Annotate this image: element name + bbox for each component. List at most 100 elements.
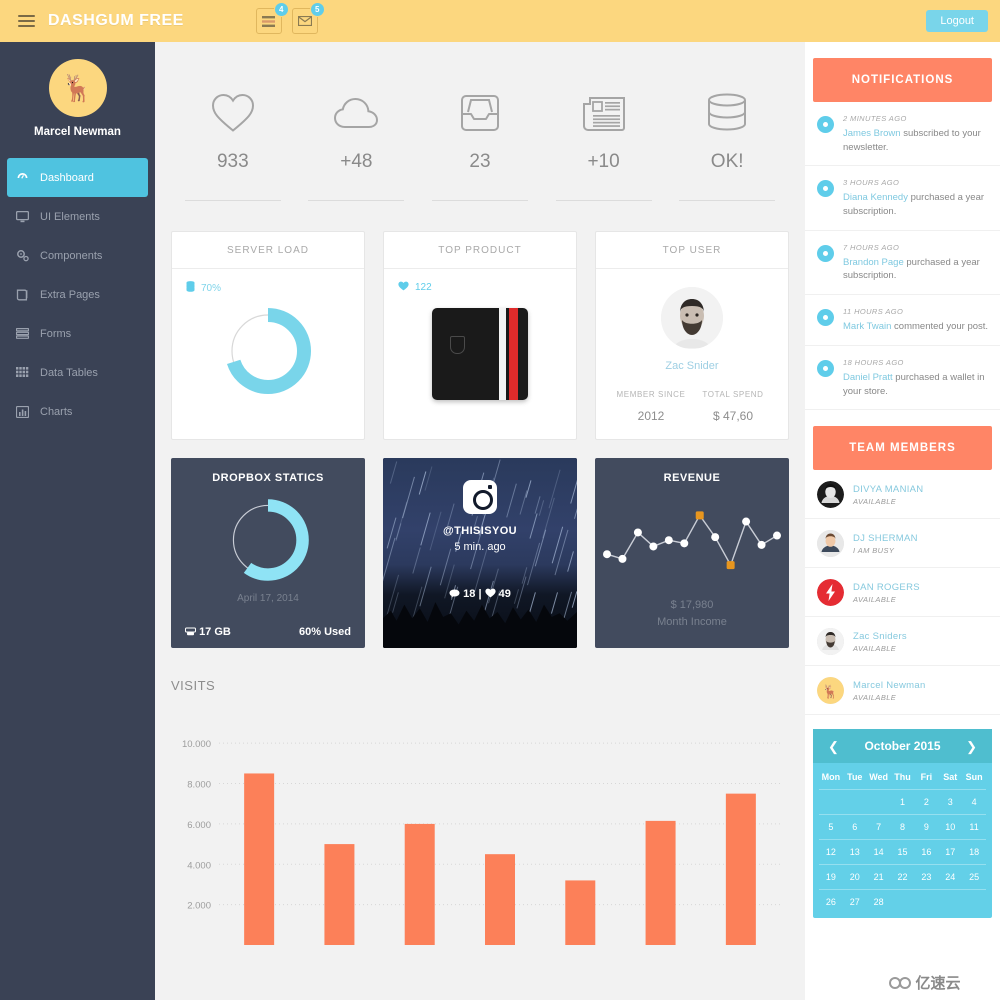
hamburger-icon[interactable] bbox=[8, 0, 44, 42]
calendar-day[interactable]: 25 bbox=[962, 865, 986, 889]
top-product-card: TOP PRODUCT 122 bbox=[383, 231, 577, 440]
instagram-comments: 18 bbox=[463, 588, 475, 600]
calendar-day[interactable]: 3 bbox=[938, 790, 962, 814]
chevron-left-icon[interactable]: ❮ bbox=[825, 740, 842, 753]
sidebar-item-extra-pages[interactable]: Extra Pages bbox=[0, 275, 155, 314]
visits-bar[interactable] bbox=[646, 821, 676, 945]
calendar-month-label: October 2015 bbox=[864, 739, 940, 753]
calendar-day[interactable]: 19 bbox=[819, 865, 843, 889]
logout-button[interactable]: Logout bbox=[926, 10, 988, 32]
calendar-week-row: 1234 bbox=[819, 789, 986, 814]
calendar-day[interactable]: 5 bbox=[819, 815, 843, 839]
notification-actor[interactable]: Mark Twain bbox=[843, 321, 891, 332]
sidebar-item-charts[interactable]: Charts bbox=[0, 392, 155, 431]
team-member-item[interactable]: DIVYA MANIAN AVAILABLE bbox=[805, 470, 1000, 519]
team-member-item[interactable]: DJ SHERMAN I AM BUSY bbox=[805, 519, 1000, 568]
stat-inbox: 23 bbox=[418, 88, 542, 201]
calendar-weekday: Thu bbox=[891, 763, 915, 789]
instagram-likes: 49 bbox=[499, 588, 511, 600]
total-spend-value: $ 47,60 bbox=[692, 409, 774, 423]
notification-item[interactable]: 18 hours ago Daniel Pratt purchased a wal… bbox=[805, 346, 1000, 410]
watermark: 亿速云 bbox=[850, 965, 1000, 1000]
notification-text: 7 hours ago Brandon Page purchased a year… bbox=[843, 243, 990, 283]
calendar-day[interactable]: 7 bbox=[867, 815, 891, 839]
visits-bar[interactable] bbox=[405, 824, 435, 945]
notification-time: 7 hours ago bbox=[843, 243, 990, 254]
calendar-day[interactable]: 20 bbox=[843, 865, 867, 889]
notification-dot-icon bbox=[817, 116, 834, 133]
calendar-day[interactable]: 23 bbox=[914, 865, 938, 889]
top-user-title: TOP USER bbox=[596, 232, 788, 269]
member-since-value: 2012 bbox=[610, 409, 692, 423]
calendar-day[interactable]: 27 bbox=[843, 890, 867, 914]
top-user-avatar bbox=[661, 287, 723, 349]
team-member-item[interactable]: 🦌 Marcel Newman AVAILABLE bbox=[805, 666, 1000, 715]
calendar-day[interactable]: 1 bbox=[891, 790, 915, 814]
calendar-day[interactable]: 8 bbox=[891, 815, 915, 839]
team-member-info: DAN ROGERS AVAILABLE bbox=[853, 582, 920, 604]
calendar-day[interactable]: 14 bbox=[867, 840, 891, 864]
revenue-point bbox=[618, 555, 626, 563]
visits-bar[interactable] bbox=[726, 794, 756, 945]
calendar-day[interactable]: 11 bbox=[962, 815, 986, 839]
calendar-day[interactable]: 17 bbox=[938, 840, 962, 864]
sidebar-item-components[interactable]: Components bbox=[0, 236, 155, 275]
dropbox-size-text: 17 GB bbox=[199, 626, 231, 638]
stat-value: +10 bbox=[587, 151, 619, 173]
dropbox-date: April 17, 2014 bbox=[171, 593, 365, 604]
calendar-day-empty bbox=[891, 890, 915, 914]
visits-bar[interactable] bbox=[565, 880, 595, 945]
avatar[interactable]: 🦌 bbox=[49, 59, 107, 117]
notification-item[interactable]: 7 hours ago Brandon Page purchased a year… bbox=[805, 231, 1000, 295]
notification-actor[interactable]: Daniel Pratt bbox=[843, 372, 893, 383]
calendar-day[interactable]: 12 bbox=[819, 840, 843, 864]
revenue-title: REVENUE bbox=[595, 458, 789, 484]
sidebar-item-data-tables[interactable]: Data Tables bbox=[0, 353, 155, 392]
calendar-day[interactable]: 28 bbox=[867, 890, 891, 914]
calendar-day[interactable]: 21 bbox=[867, 865, 891, 889]
stat-value: OK! bbox=[711, 151, 744, 173]
tasks-button-wrap: 4 bbox=[256, 8, 282, 34]
team-member-status: I AM BUSY bbox=[853, 546, 918, 555]
chevron-right-icon[interactable]: ❯ bbox=[963, 740, 980, 753]
stat-divider bbox=[679, 200, 775, 201]
notification-dot-icon bbox=[817, 245, 834, 262]
sidebar-item-forms[interactable]: Forms bbox=[0, 314, 155, 353]
visits-bar[interactable] bbox=[324, 844, 354, 945]
calendar-weekday: Fri bbox=[914, 763, 938, 789]
sidebar-item-ui-elements[interactable]: UI Elements bbox=[0, 197, 155, 236]
total-spend-col: TOTAL SPEND $ 47,60 bbox=[692, 390, 774, 423]
calendar-day[interactable]: 6 bbox=[843, 815, 867, 839]
notification-item[interactable]: 11 hours ago Mark Twain commented your po… bbox=[805, 295, 1000, 346]
calendar-day[interactable]: 24 bbox=[938, 865, 962, 889]
notifications-list: 2 minutes ago James Brown subscribed to y… bbox=[805, 102, 1000, 410]
revenue-point bbox=[742, 518, 750, 526]
sidebar-item-dashboard[interactable]: Dashboard bbox=[7, 158, 148, 197]
team-member-item[interactable]: Zac Sniders AVAILABLE bbox=[805, 617, 1000, 666]
visits-bar[interactable] bbox=[244, 773, 274, 945]
calendar-day[interactable]: 16 bbox=[914, 840, 938, 864]
team-members-header: TEAM MEMBERS bbox=[813, 426, 992, 470]
notification-actor[interactable]: James Brown bbox=[843, 128, 901, 139]
visits-bar[interactable] bbox=[485, 854, 515, 945]
notification-item[interactable]: 2 minutes ago James Brown subscribed to y… bbox=[805, 102, 1000, 166]
notification-time: 18 hours ago bbox=[843, 358, 990, 369]
notification-actor[interactable]: Diana Kennedy bbox=[843, 192, 908, 203]
calendar-day[interactable]: 4 bbox=[962, 790, 986, 814]
heart-icon bbox=[398, 281, 409, 294]
calendar-day[interactable]: 2 bbox=[914, 790, 938, 814]
watermark-text: 亿速云 bbox=[915, 972, 960, 993]
calendar-day[interactable]: 26 bbox=[819, 890, 843, 914]
notification-item[interactable]: 3 hours ago Diana Kennedy purchased a yea… bbox=[805, 166, 1000, 230]
calendar-day[interactable]: 9 bbox=[914, 815, 938, 839]
calendar-day[interactable]: 13 bbox=[843, 840, 867, 864]
team-member-item[interactable]: DAN ROGERS AVAILABLE bbox=[805, 568, 1000, 617]
instagram-card: @THISISYOU 5 min. ago 18 | 49 bbox=[383, 458, 577, 648]
calendar-day[interactable]: 15 bbox=[891, 840, 915, 864]
notification-actor[interactable]: Brandon Page bbox=[843, 257, 904, 268]
calendar-day[interactable]: 18 bbox=[962, 840, 986, 864]
watermark-logo-icon bbox=[889, 976, 911, 990]
stat-value: 933 bbox=[217, 151, 249, 173]
calendar-day[interactable]: 22 bbox=[891, 865, 915, 889]
calendar-day[interactable]: 10 bbox=[938, 815, 962, 839]
